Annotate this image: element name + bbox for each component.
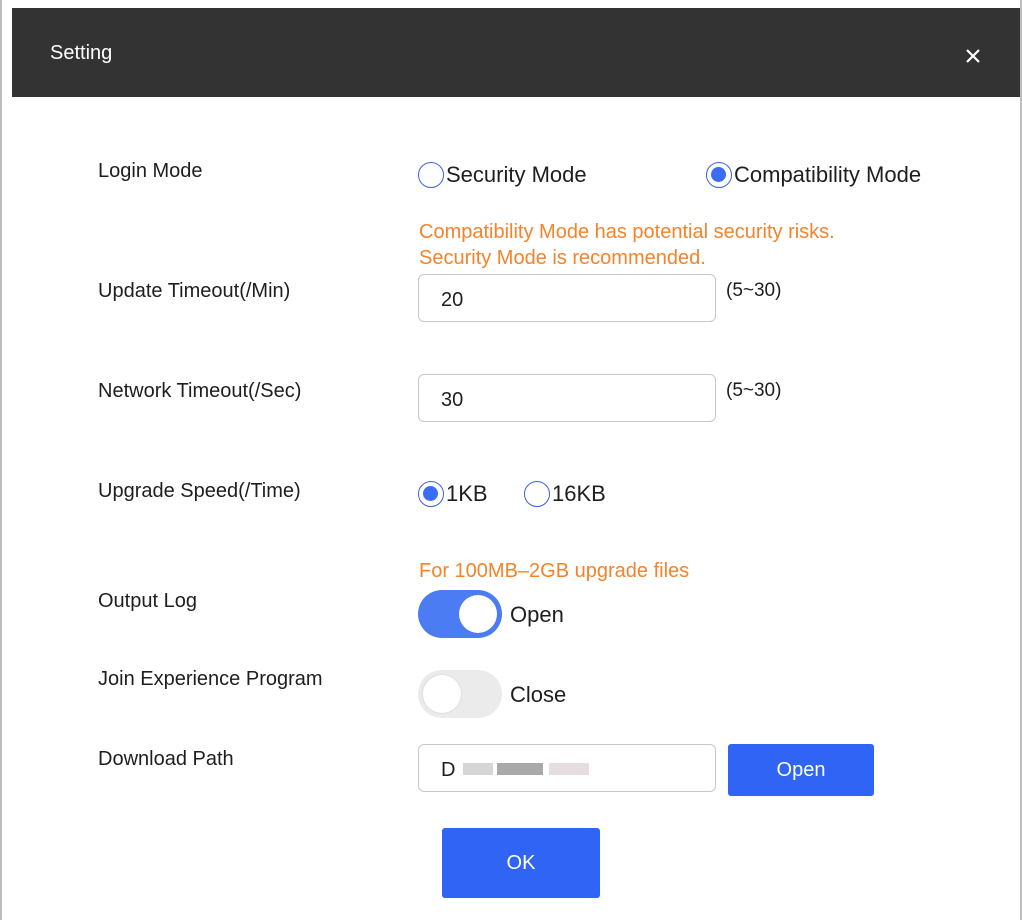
output-log-state: Open [510,602,564,627]
setting-dialog: Setting Login Mode Security Mode Compati… [0,0,1022,920]
blurred-path-segment [549,763,589,775]
radio-1kb[interactable]: 1KB [418,481,488,507]
toggle-knob [459,595,497,633]
update-timeout-label: Update Timeout(/Min) [98,280,291,302]
ok-button[interactable]: OK [442,828,600,898]
radio-circle-checked [418,481,444,507]
download-path-label: Download Path [98,748,234,770]
network-timeout-range: (5~30) [726,380,782,401]
title-bar: Setting [12,8,1020,97]
radio-compatibility-mode[interactable]: Compatibility Mode [706,162,921,188]
toggle-knob [423,675,461,713]
upgrade-speed-label: Upgrade Speed(/Time) [98,480,301,502]
network-timeout-label: Network Timeout(/Sec) [98,380,302,402]
upgrade-speed-hint: For 100MB–2GB upgrade files [419,560,690,582]
login-mode-label: Login Mode [98,160,203,182]
security-warning-line2: Security Mode is recommended. [419,247,706,269]
network-timeout-input[interactable]: 30 [418,374,716,422]
download-path-value: D [441,759,456,781]
dialog-title: Setting [50,42,113,64]
download-path-input[interactable]: D [418,744,716,792]
update-timeout-input[interactable]: 20 [418,274,716,322]
radio-label: 16KB [552,481,606,506]
radio-label: 1KB [446,481,488,506]
radio-circle [524,481,550,507]
radio-label: Security Mode [446,162,587,187]
output-log-toggle[interactable] [418,590,502,638]
experience-program-state: Close [510,682,567,707]
update-timeout-range: (5~30) [726,280,782,301]
experience-program-toggle[interactable] [418,670,502,718]
close-icon[interactable] [960,42,986,68]
experience-program-label: Join Experience Program [98,668,323,690]
radio-16kb[interactable]: 16KB [524,481,606,507]
blurred-path-segment [497,763,543,775]
output-log-label: Output Log [98,590,197,612]
radio-circle [418,162,444,188]
blurred-path-segment [463,763,493,775]
radio-circle-checked [706,162,732,188]
radio-security-mode[interactable]: Security Mode [418,162,587,188]
radio-label: Compatibility Mode [734,162,922,187]
security-warning-line1: Compatibility Mode has potential securit… [419,221,835,243]
open-path-button[interactable]: Open [728,744,874,796]
